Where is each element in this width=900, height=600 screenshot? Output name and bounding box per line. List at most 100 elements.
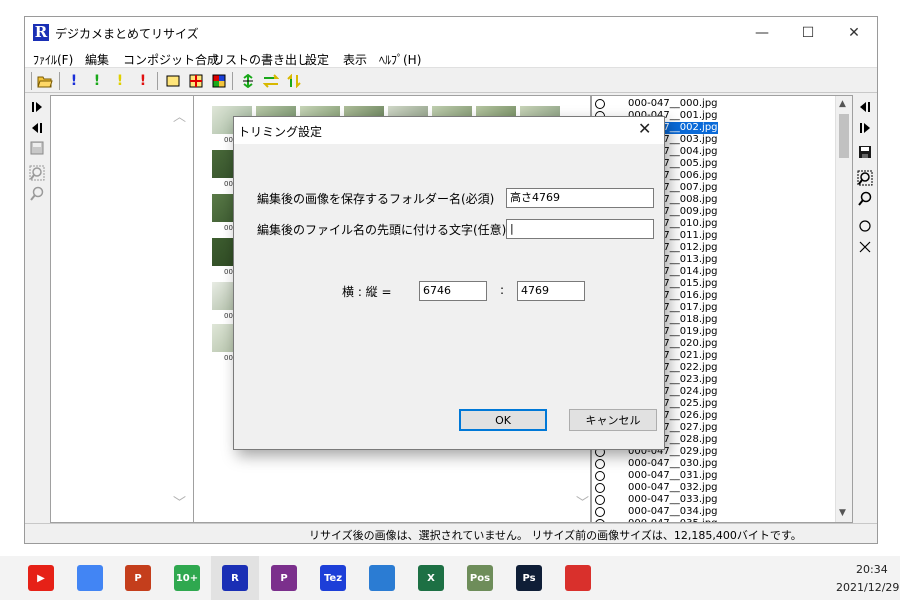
trim-settings-dialog: トリミング設定 ✕ 編集後の画像を保存するフォルダー名(必須) 高さ4769 編… <box>233 116 665 450</box>
menu-help[interactable]: ﾍﾙﾌﾟ(H) <box>379 51 421 68</box>
window-title: デジカメまとめてリサイズ <box>55 27 199 41</box>
taskbar-excel-icon[interactable]: X <box>418 565 444 591</box>
open-folder-icon[interactable] <box>36 72 54 90</box>
grid-red-icon[interactable] <box>187 72 205 90</box>
grid-color-icon[interactable] <box>210 72 228 90</box>
menu-export-list[interactable]: リストの書き出し <box>213 51 309 68</box>
toolbar-separator <box>31 72 32 90</box>
previous-play-icon[interactable] <box>856 98 874 116</box>
cross-mark-icon[interactable] <box>856 238 874 256</box>
left-tool-column <box>25 95 49 523</box>
scroll-down-chevron-icon[interactable]: ﹀ <box>173 492 186 511</box>
aspect-ratio-label: 横 : 縦 = <box>342 285 392 299</box>
folder-name-input[interactable]: 高さ4769 <box>506 188 654 208</box>
arrows-vertical-icon[interactable] <box>239 72 257 90</box>
taskbar-pos-app-icon[interactable]: Pos <box>467 565 493 591</box>
maximize-icon: ☐ <box>801 24 815 41</box>
dialog-close-icon[interactable]: ✕ <box>638 119 651 138</box>
exclamation-green-icon[interactable]: ! <box>88 72 106 90</box>
height-input[interactable]: 4769 <box>517 281 585 301</box>
folder-name-label: 編集後の画像を保存するフォルダー名(必須) <box>257 192 495 206</box>
app-logo-icon: R <box>33 23 49 41</box>
file-name: 000-047__032.jpg <box>628 482 718 493</box>
close-icon: ✕ <box>848 24 860 41</box>
file-list-item[interactable]: 000-047__030.jpg <box>592 458 852 470</box>
filename-prefix-input[interactable]: | <box>506 219 654 239</box>
taskbar-youtube-icon[interactable]: ▶ <box>28 565 54 591</box>
next-play-icon[interactable] <box>28 98 46 116</box>
taskbar-photoshop-icon[interactable]: Ps <box>516 565 542 591</box>
minimize-button[interactable]: — <box>739 17 785 48</box>
circle-mark-icon[interactable] <box>856 217 874 235</box>
file-name: 000-047__034.jpg <box>628 506 718 517</box>
save-disabled-icon[interactable] <box>28 139 46 157</box>
previous-play-icon[interactable] <box>28 119 46 137</box>
scroll-up-chevron-icon[interactable]: ︿ <box>173 106 186 125</box>
exclamation-red-icon[interactable]: ! <box>134 72 152 90</box>
taskbar-resize-app-icon[interactable]: R <box>222 565 248 591</box>
toolbar-separator <box>157 72 158 90</box>
scroll-down-arrow-icon[interactable]: ▼ <box>839 508 846 518</box>
file-list-item[interactable]: 000-047__032.jpg <box>592 482 852 494</box>
arrows-swap-icon[interactable] <box>262 72 280 90</box>
clock-date[interactable]: 2021/12/29 <box>836 581 899 594</box>
toolbar: ! ! ! ! <box>25 69 877 93</box>
exclamation-yellow-icon[interactable]: ! <box>111 72 129 90</box>
next-play-icon[interactable] <box>856 119 874 137</box>
status-text: リサイズ後の画像は、選択されていません。 リサイズ前の画像サイズは、12,185… <box>309 529 802 542</box>
taskbar: ▶ P 10+ R P Tez X Pos Ps 20:34 2021/12/29 <box>0 556 900 600</box>
folder-panel[interactable]: ︿ ﹀ <box>50 95 195 523</box>
taskbar-camera-app-icon[interactable] <box>565 565 591 591</box>
width-input[interactable]: 6746 <box>419 281 487 301</box>
maximize-button[interactable]: ☐ <box>785 17 831 48</box>
close-button[interactable]: ✕ <box>831 17 877 48</box>
rectangle-select-icon[interactable] <box>164 72 182 90</box>
save-icon[interactable] <box>856 143 874 161</box>
file-name: 000-047__033.jpg <box>628 494 718 505</box>
minimize-icon: — <box>755 24 769 41</box>
zoom-icon[interactable] <box>856 190 874 208</box>
status-circle-icon <box>595 507 605 517</box>
menu-composite[interactable]: コンポジット合成 <box>123 51 219 68</box>
taskbar-chrome-icon[interactable] <box>77 565 103 591</box>
ok-button[interactable]: OK <box>459 409 547 431</box>
vertical-scrollbar[interactable]: ▲ ▼ <box>835 96 852 522</box>
file-name: 000-047__030.jpg <box>628 458 718 469</box>
file-list-item[interactable]: 000-047__034.jpg <box>592 506 852 518</box>
zoom-disabled-icon[interactable] <box>28 185 46 203</box>
menu-settings[interactable]: 設定 <box>305 51 329 68</box>
scroll-down-chevron-icon[interactable]: ﹀ <box>576 492 589 511</box>
title-bar[interactable]: R デジカメまとめてリサイズ — ☐ ✕ <box>25 17 877 48</box>
scroll-up-arrow-icon[interactable]: ▲ <box>839 99 846 109</box>
clock-time[interactable]: 20:34 <box>856 563 888 576</box>
cancel-button[interactable]: キャンセル <box>569 409 657 431</box>
filename-prefix-label: 編集後のファイル名の先頭に付ける文字(任意) <box>257 223 507 237</box>
taskbar-photos-app-icon[interactable] <box>369 565 395 591</box>
exclamation-blue-icon[interactable]: ! <box>65 72 83 90</box>
status-circle-icon <box>595 459 605 469</box>
right-tool-column <box>853 95 877 523</box>
menu-view[interactable]: 表示 <box>343 51 367 68</box>
file-name: 000-047__000.jpg <box>628 98 718 109</box>
file-list-item[interactable]: 000-047__000.jpg <box>592 98 852 110</box>
status-circle-icon <box>595 99 605 109</box>
status-circle-icon <box>595 483 605 493</box>
toolbar-separator <box>59 72 60 90</box>
zoom-fit-disabled-icon[interactable] <box>28 164 46 182</box>
zoom-fit-icon[interactable] <box>856 169 874 187</box>
dialog-title-bar[interactable]: トリミング設定 ✕ <box>234 117 664 144</box>
taskbar-badge-app-icon[interactable]: 10+ <box>174 565 200 591</box>
dialog-title: トリミング設定 <box>238 125 323 139</box>
menu-file[interactable]: ﾌｧｲﾙ(F) <box>33 51 73 68</box>
taskbar-powerpoint-icon[interactable]: P <box>125 565 151 591</box>
arrows-updown-icon[interactable] <box>285 72 303 90</box>
status-circle-icon <box>595 471 605 481</box>
menu-edit[interactable]: 編集 <box>85 51 109 68</box>
taskbar-tez-app-icon[interactable]: Tez <box>320 565 346 591</box>
scrollbar-thumb[interactable] <box>839 114 849 158</box>
file-list-item[interactable]: 000-047__033.jpg <box>592 494 852 506</box>
taskbar-p-app-icon[interactable]: P <box>271 565 297 591</box>
file-list-item[interactable]: 000-047__031.jpg <box>592 470 852 482</box>
toolbar-separator <box>232 72 233 90</box>
file-name: 000-047__031.jpg <box>628 470 718 481</box>
